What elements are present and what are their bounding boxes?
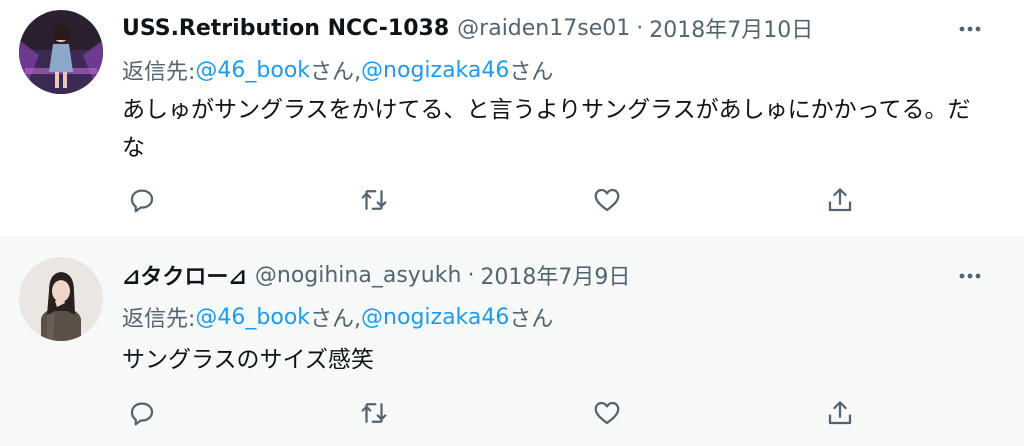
tweet-text: サングラスのサイズ感笑: [122, 347, 374, 373]
separator-dot: ·: [636, 15, 644, 41]
reply-bubble-icon: [130, 402, 154, 426]
replying-to: 返信先: @46_book さん, @nogizaka46 さん: [122, 301, 553, 333]
replying-to-label: 返信先:: [122, 307, 196, 332]
replying-to-label: 返信先:: [122, 60, 196, 85]
share-upload-icon: [828, 401, 852, 425]
avatar[interactable]: [19, 257, 103, 341]
tweet-header: USS.Retribution NCC-1038 @raiden17se01 ·…: [122, 12, 813, 44]
reply-bubble-icon: [130, 189, 154, 213]
heart-icon: [594, 188, 620, 212]
more-horizontal-icon: [959, 26, 981, 32]
more-options-button[interactable]: [952, 15, 988, 43]
tweet-header: ⊿タクロー⊿ @nogihina_asyukh · 2018年7月9日: [122, 259, 630, 291]
retweet-button[interactable]: [354, 393, 394, 433]
tweet[interactable]: USS.Retribution NCC-1038 @raiden17se01 ·…: [0, 0, 1024, 237]
user-handle[interactable]: @nogihina_asyukh: [255, 263, 462, 288]
like-button[interactable]: [587, 180, 627, 220]
mention-link[interactable]: @46_book: [195, 305, 310, 330]
retweet-icon: [361, 190, 387, 210]
reply-button[interactable]: [122, 393, 162, 433]
mention-suffix: さん,: [310, 307, 362, 332]
retweet-button[interactable]: [354, 180, 394, 220]
mention-suffix: さん: [509, 307, 554, 332]
share-button[interactable]: [820, 393, 860, 433]
share-upload-icon: [828, 188, 852, 212]
mention-suffix: さん: [509, 60, 554, 85]
tweet-date[interactable]: 2018年7月9日: [480, 259, 630, 291]
tweet-actions: [122, 180, 882, 220]
mention-suffix: さん,: [310, 60, 362, 85]
retweet-icon: [361, 403, 387, 423]
replying-to: 返信先: @46_book さん, @nogizaka46 さん: [122, 54, 553, 86]
separator-dot: ·: [467, 262, 475, 288]
share-button[interactable]: [820, 180, 860, 220]
user-handle[interactable]: @raiden17se01: [457, 16, 630, 41]
tweet[interactable]: ⊿タクロー⊿ @nogihina_asyukh · 2018年7月9日 返信先:…: [0, 237, 1024, 446]
heart-icon: [594, 401, 620, 425]
more-options-button[interactable]: [952, 262, 988, 290]
mention-link[interactable]: @46_book: [195, 58, 310, 83]
like-button[interactable]: [587, 393, 627, 433]
tweet-text: あしゅがサングラスをかけてる、と言うよりサングラスがあしゅにかかってる。だな: [122, 97, 971, 161]
more-horizontal-icon: [959, 273, 981, 279]
avatar[interactable]: [19, 10, 103, 94]
display-name[interactable]: USS.Retribution NCC-1038: [122, 16, 449, 41]
display-name[interactable]: ⊿タクロー⊿: [122, 259, 247, 291]
mention-link[interactable]: @nogizaka46: [361, 305, 509, 330]
reply-button[interactable]: [122, 180, 162, 220]
tweet-date[interactable]: 2018年7月10日: [649, 12, 813, 44]
tweet-actions: [122, 393, 882, 433]
mention-link[interactable]: @nogizaka46: [361, 58, 509, 83]
